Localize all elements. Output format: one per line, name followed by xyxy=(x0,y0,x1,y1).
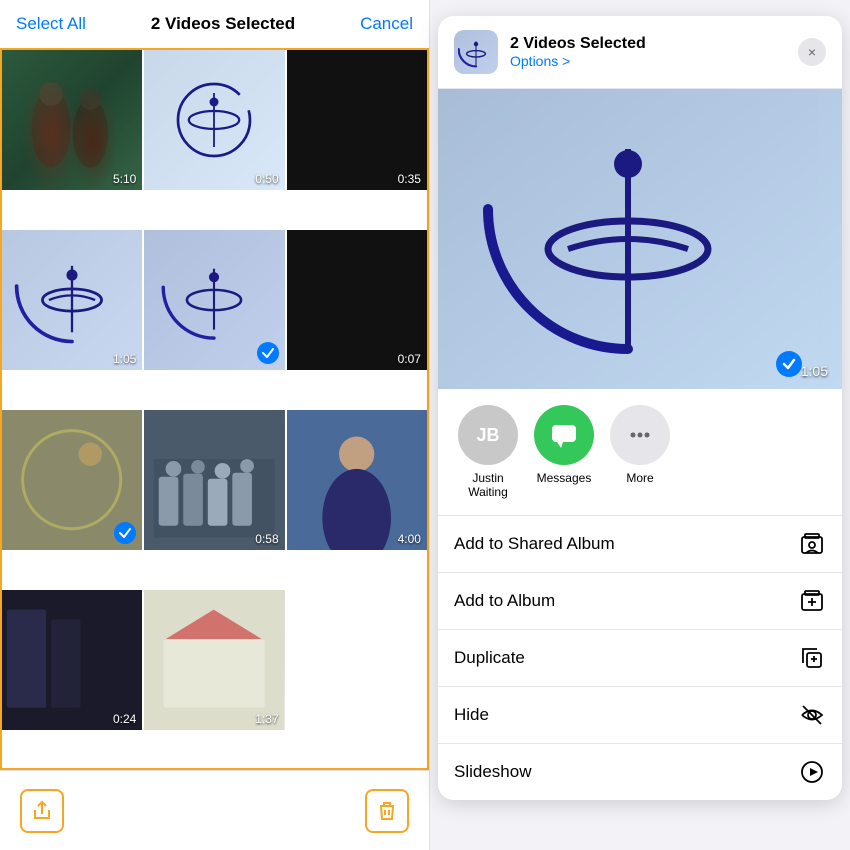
preview-check-badge xyxy=(776,351,802,377)
person-initials: JB xyxy=(476,425,499,446)
grid-cell-4[interactable]: 1:05 xyxy=(2,230,142,370)
cell-8-duration: 0:58 xyxy=(255,532,278,546)
more-icon xyxy=(610,405,670,465)
slideshow-item[interactable]: Slideshow xyxy=(438,744,842,800)
hide-label: Hide xyxy=(454,705,798,725)
duplicate-icon xyxy=(798,644,826,672)
cell-10-duration: 0:24 xyxy=(113,712,136,726)
person-icon: JB xyxy=(458,405,518,465)
share-button[interactable] xyxy=(20,789,64,833)
grid-cell-3[interactable]: 0:35 xyxy=(287,50,427,190)
messages-label: Messages xyxy=(537,471,592,485)
trash-button[interactable] xyxy=(365,789,409,833)
duplicate-label: Duplicate xyxy=(454,648,798,668)
share-action-messages[interactable]: Messages xyxy=(534,405,594,485)
slideshow-icon xyxy=(798,758,826,786)
share-close-button[interactable]: × xyxy=(798,38,826,66)
bottom-bar xyxy=(0,770,429,850)
hide-icon xyxy=(798,701,826,729)
preview-duration: 1:05 xyxy=(801,363,828,379)
hide-item[interactable]: Hide xyxy=(438,687,842,744)
messages-icon xyxy=(534,405,594,465)
grid-cell-6[interactable]: 0:07 xyxy=(287,230,427,370)
share-header: 2 Videos Selected Options > × xyxy=(438,16,842,89)
cell-11-duration: 1:37 xyxy=(255,712,278,726)
grid-cell-1[interactable]: 5:10 xyxy=(2,50,142,190)
cell-3-duration: 0:35 xyxy=(398,172,421,186)
share-action-person[interactable]: JB Justin Waiting xyxy=(458,405,518,499)
share-preview: 1:05 xyxy=(438,89,842,389)
share-header-text: 2 Videos Selected Options > xyxy=(510,35,646,69)
more-label: More xyxy=(626,471,653,485)
grid-cell-11[interactable]: 1:37 xyxy=(144,590,284,730)
share-subtitle[interactable]: Options > xyxy=(510,53,646,69)
cell-2-duration: 0:50 xyxy=(255,172,278,186)
grid-cell-2[interactable]: 0:50 xyxy=(144,50,284,190)
shared-album-icon xyxy=(798,530,826,558)
selected-count-label: 2 Videos Selected xyxy=(151,14,295,34)
duplicate-item[interactable]: Duplicate xyxy=(438,630,842,687)
cell-4-duration: 1:05 xyxy=(113,352,136,366)
cell-5-check xyxy=(257,342,279,364)
cell-6-duration: 0:07 xyxy=(398,352,421,366)
share-action-more[interactable]: More xyxy=(610,405,670,485)
add-shared-album-label: Add to Shared Album xyxy=(454,534,798,554)
share-sheet: 2 Videos Selected Options > × xyxy=(438,16,842,800)
share-title: 2 Videos Selected xyxy=(510,35,646,53)
select-all-button[interactable]: Select All xyxy=(16,14,86,34)
photo-grid: 5:10 0:50 0:35 xyxy=(0,48,429,770)
add-album-icon xyxy=(798,587,826,615)
slideshow-label: Slideshow xyxy=(454,762,798,782)
right-panel: 2 Videos Selected Options > × xyxy=(430,0,850,850)
top-bar: Select All 2 Videos Selected Cancel xyxy=(0,0,429,48)
left-panel: Select All 2 Videos Selected Cancel 5:10 xyxy=(0,0,430,850)
share-header-icon xyxy=(454,30,498,74)
add-shared-album-item[interactable]: Add to Shared Album xyxy=(438,516,842,573)
cell-1-duration: 5:10 xyxy=(113,172,136,186)
add-album-label: Add to Album xyxy=(454,591,798,611)
grid-cell-10[interactable]: 0:24 xyxy=(2,590,142,730)
person-label: Justin Waiting xyxy=(468,471,508,499)
add-album-item[interactable]: Add to Album xyxy=(438,573,842,630)
cancel-button[interactable]: Cancel xyxy=(360,14,413,34)
grid-cell-9[interactable]: 4:00 xyxy=(287,410,427,550)
grid-cell-8[interactable]: 0:58 xyxy=(144,410,284,550)
share-actions-row: JB Justin Waiting Messages xyxy=(438,389,842,516)
cell-9-duration: 4:00 xyxy=(398,532,421,546)
grid-cell-7[interactable] xyxy=(2,410,142,550)
grid-cell-5[interactable] xyxy=(144,230,284,370)
